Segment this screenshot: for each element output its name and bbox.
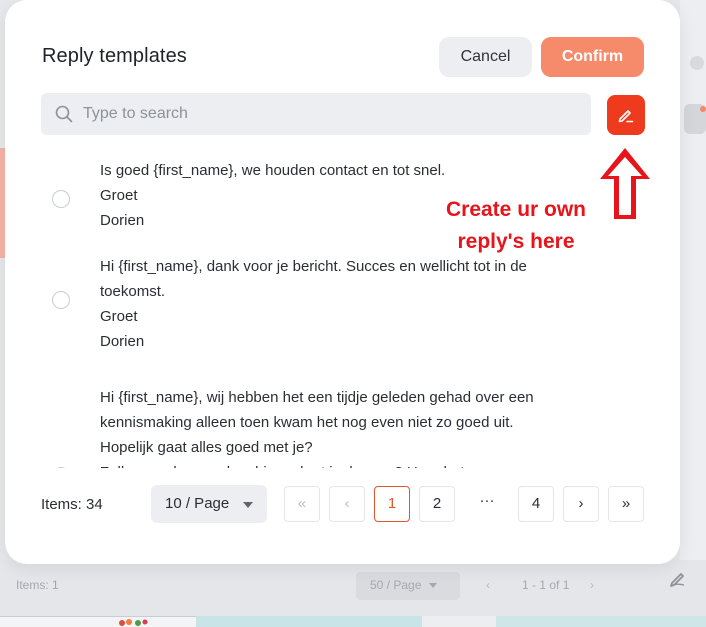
prev-page-button[interactable]: ‹: [329, 486, 365, 522]
template-item[interactable]: Hi {first_name}, wij hebben het een tijd…: [36, 385, 636, 468]
modal-title: Reply templates: [42, 45, 187, 67]
background-side-panel: [680, 0, 706, 560]
background-edit-icon: [670, 573, 685, 587]
last-page-button[interactable]: »: [608, 486, 644, 522]
search-input[interactable]: [83, 93, 583, 135]
next-page-button[interactable]: ›: [563, 486, 599, 522]
template-text: Hi {first_name}, wij hebben het een tijd…: [100, 389, 534, 468]
template-text: Is goed {first_name}, we houden contact …: [100, 162, 446, 229]
background-avatar-icon: [690, 56, 704, 70]
templates-list: Is goed {first_name}, we houden contact …: [36, 158, 636, 468]
reply-templates-modal: Reply templates Cancel Confirm Create ur…: [5, 0, 680, 564]
background-thumbnail-2: [196, 616, 422, 627]
template-item[interactable]: Is goed {first_name}, we houden contact …: [36, 158, 636, 246]
background-items-count: Items: 1: [16, 578, 59, 592]
search-icon: [55, 105, 73, 123]
cancel-button[interactable]: Cancel: [439, 37, 532, 77]
items-count: Items: 34: [41, 496, 103, 513]
background-thumbnail-4: [496, 616, 706, 627]
first-page-button[interactable]: «: [284, 486, 320, 522]
background-prev-icon: ‹: [486, 578, 490, 592]
template-item[interactable]: Hi {first_name}, dank voor je bericht. S…: [36, 254, 636, 373]
template-radio[interactable]: [52, 467, 70, 468]
background-page-size: 50 / Page: [356, 572, 460, 600]
create-template-button[interactable]: [607, 95, 645, 135]
template-text: Hi {first_name}, dank voor je bericht. S…: [100, 258, 527, 350]
background-thumbnail-1: [0, 616, 196, 627]
page-button-2[interactable]: 2: [419, 486, 455, 522]
background-range: 1 - 1 of 1: [522, 578, 570, 592]
search-box: [41, 93, 591, 135]
template-radio[interactable]: [52, 291, 70, 309]
page-button-1[interactable]: 1: [374, 486, 410, 522]
pen-icon: [618, 110, 634, 123]
background-flower-image: [119, 619, 148, 626]
background-status-dot: [700, 106, 706, 112]
confirm-button[interactable]: Confirm: [541, 37, 644, 77]
chevron-down-icon: [243, 502, 253, 508]
page-button-4[interactable]: 4: [518, 486, 554, 522]
background-next-icon: ›: [590, 578, 594, 592]
template-radio[interactable]: [52, 190, 70, 208]
pagination-ellipsis[interactable]: ···: [473, 492, 501, 509]
background-thumbnail-3: [422, 616, 496, 627]
page-size-select[interactable]: 10 / Page: [151, 485, 267, 523]
background-footer: [0, 560, 706, 616]
